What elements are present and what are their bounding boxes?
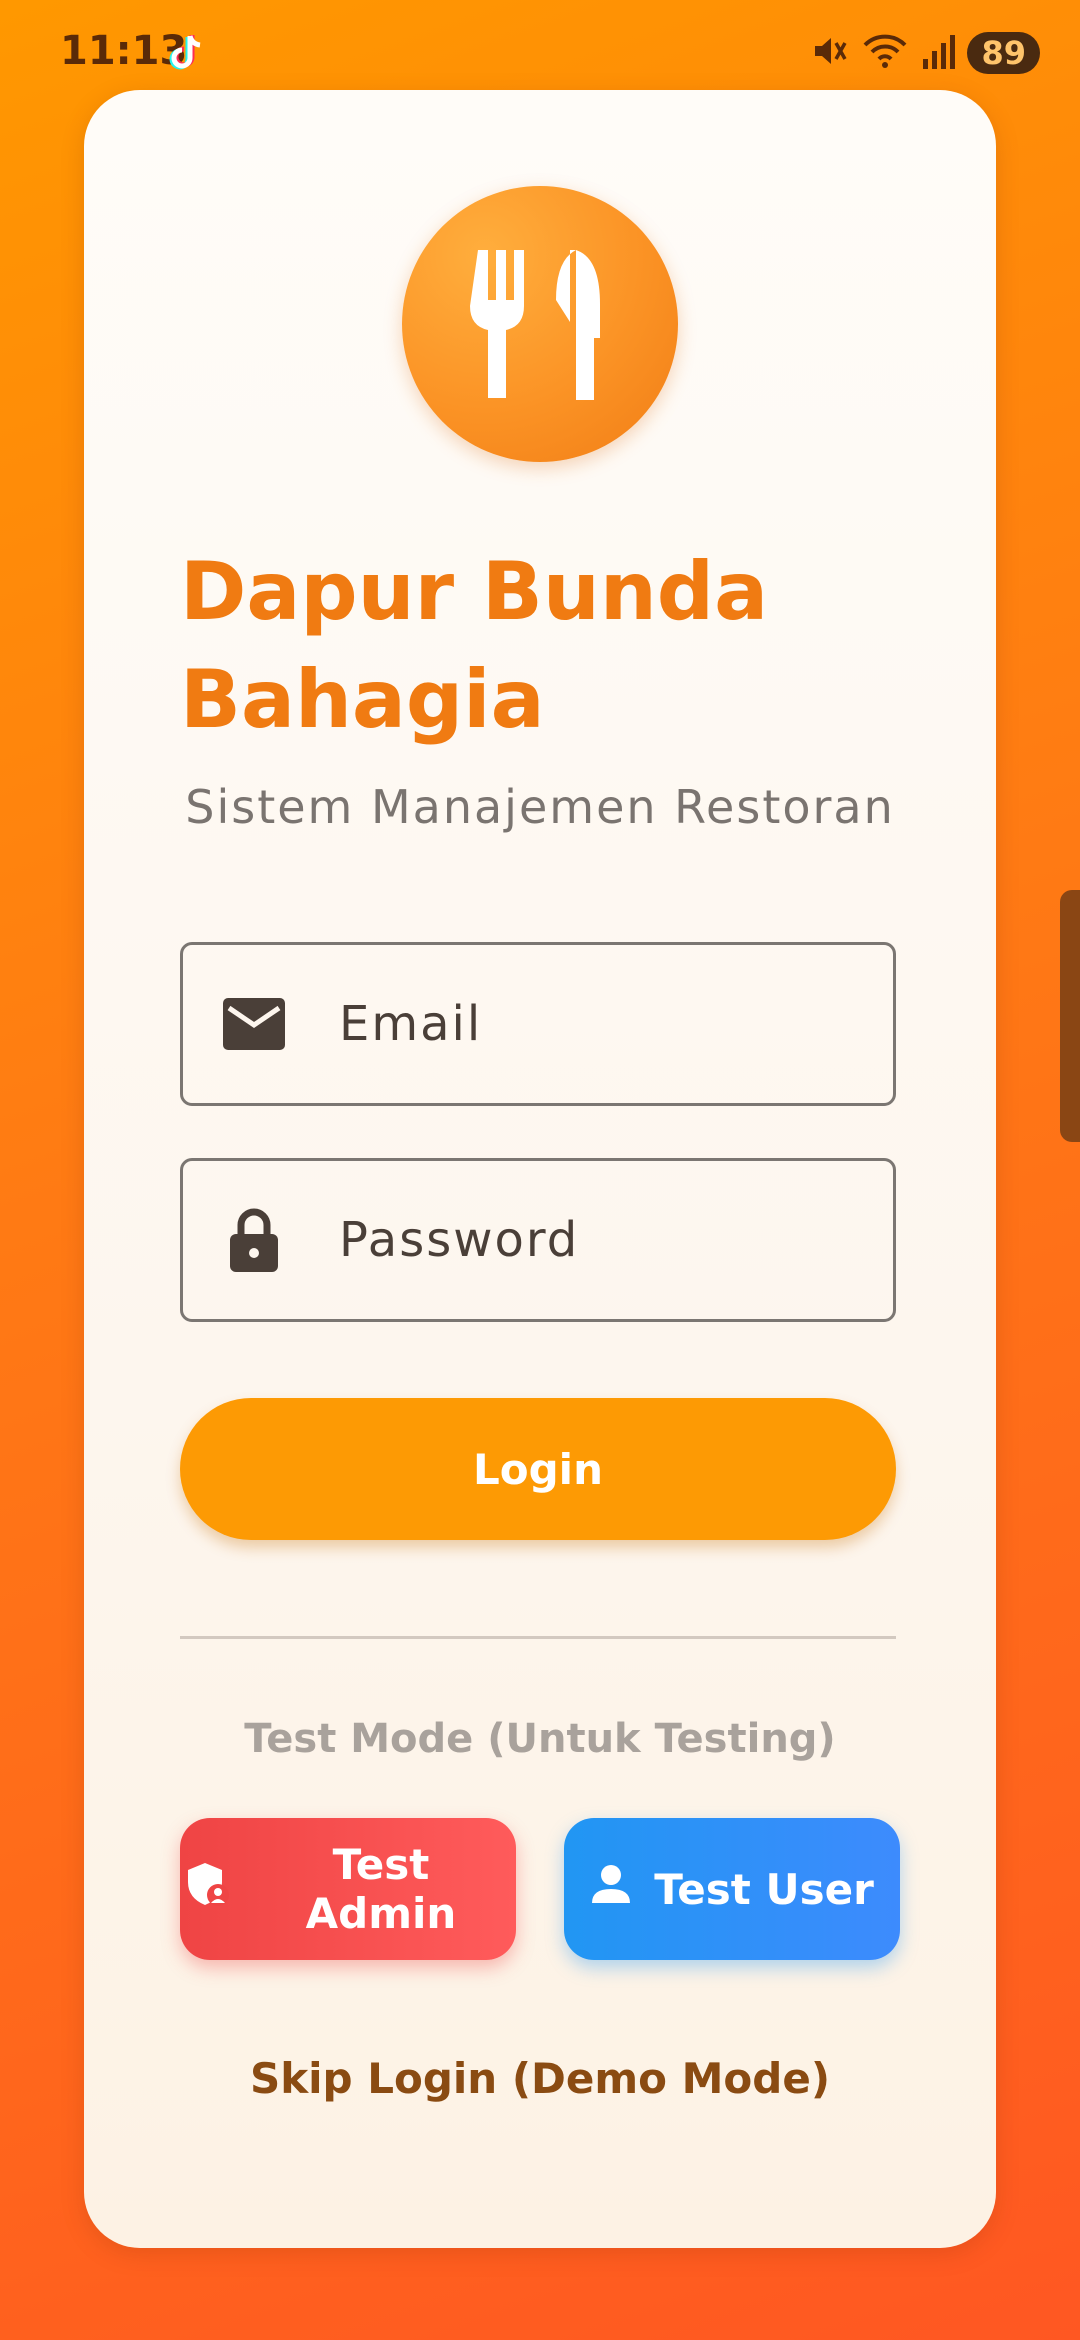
password-field[interactable]	[180, 1158, 896, 1322]
login-button[interactable]: Login	[180, 1398, 896, 1540]
email-input[interactable]	[337, 995, 861, 1053]
divider	[180, 1636, 896, 1639]
mute-icon	[809, 31, 849, 76]
status-bar: 11:13 89	[0, 0, 1080, 100]
test-admin-label: Test Admin	[305, 1840, 457, 1938]
admin-shield-icon	[186, 1861, 230, 1917]
app-title: Dapur Bunda Bahagia	[180, 545, 769, 746]
email-icon	[223, 993, 285, 1055]
edge-panel-handle[interactable]	[1060, 890, 1080, 1142]
status-icons: 89	[809, 30, 1040, 76]
test-admin-button[interactable]: Test Admin	[180, 1818, 516, 1960]
fork-knife-icon	[470, 250, 600, 400]
test-mode-label: Test Mode (Untuk Testing)	[244, 1716, 836, 1762]
skip-login-link[interactable]: Skip Login (Demo Mode)	[0, 2054, 1080, 2103]
tiktok-icon	[168, 32, 208, 74]
test-user-label: Test User	[654, 1864, 874, 1914]
app-logo	[402, 186, 678, 462]
wifi-icon	[861, 31, 909, 76]
password-input[interactable]	[337, 1211, 861, 1269]
email-field[interactable]	[180, 942, 896, 1106]
app-subtitle: Sistem Manajemen Restoran	[185, 780, 895, 834]
battery-indicator: 89	[967, 32, 1040, 74]
person-icon	[590, 1863, 632, 1915]
test-user-button[interactable]: Test User	[564, 1818, 900, 1960]
signal-icon	[921, 31, 956, 76]
lock-icon	[223, 1208, 285, 1272]
